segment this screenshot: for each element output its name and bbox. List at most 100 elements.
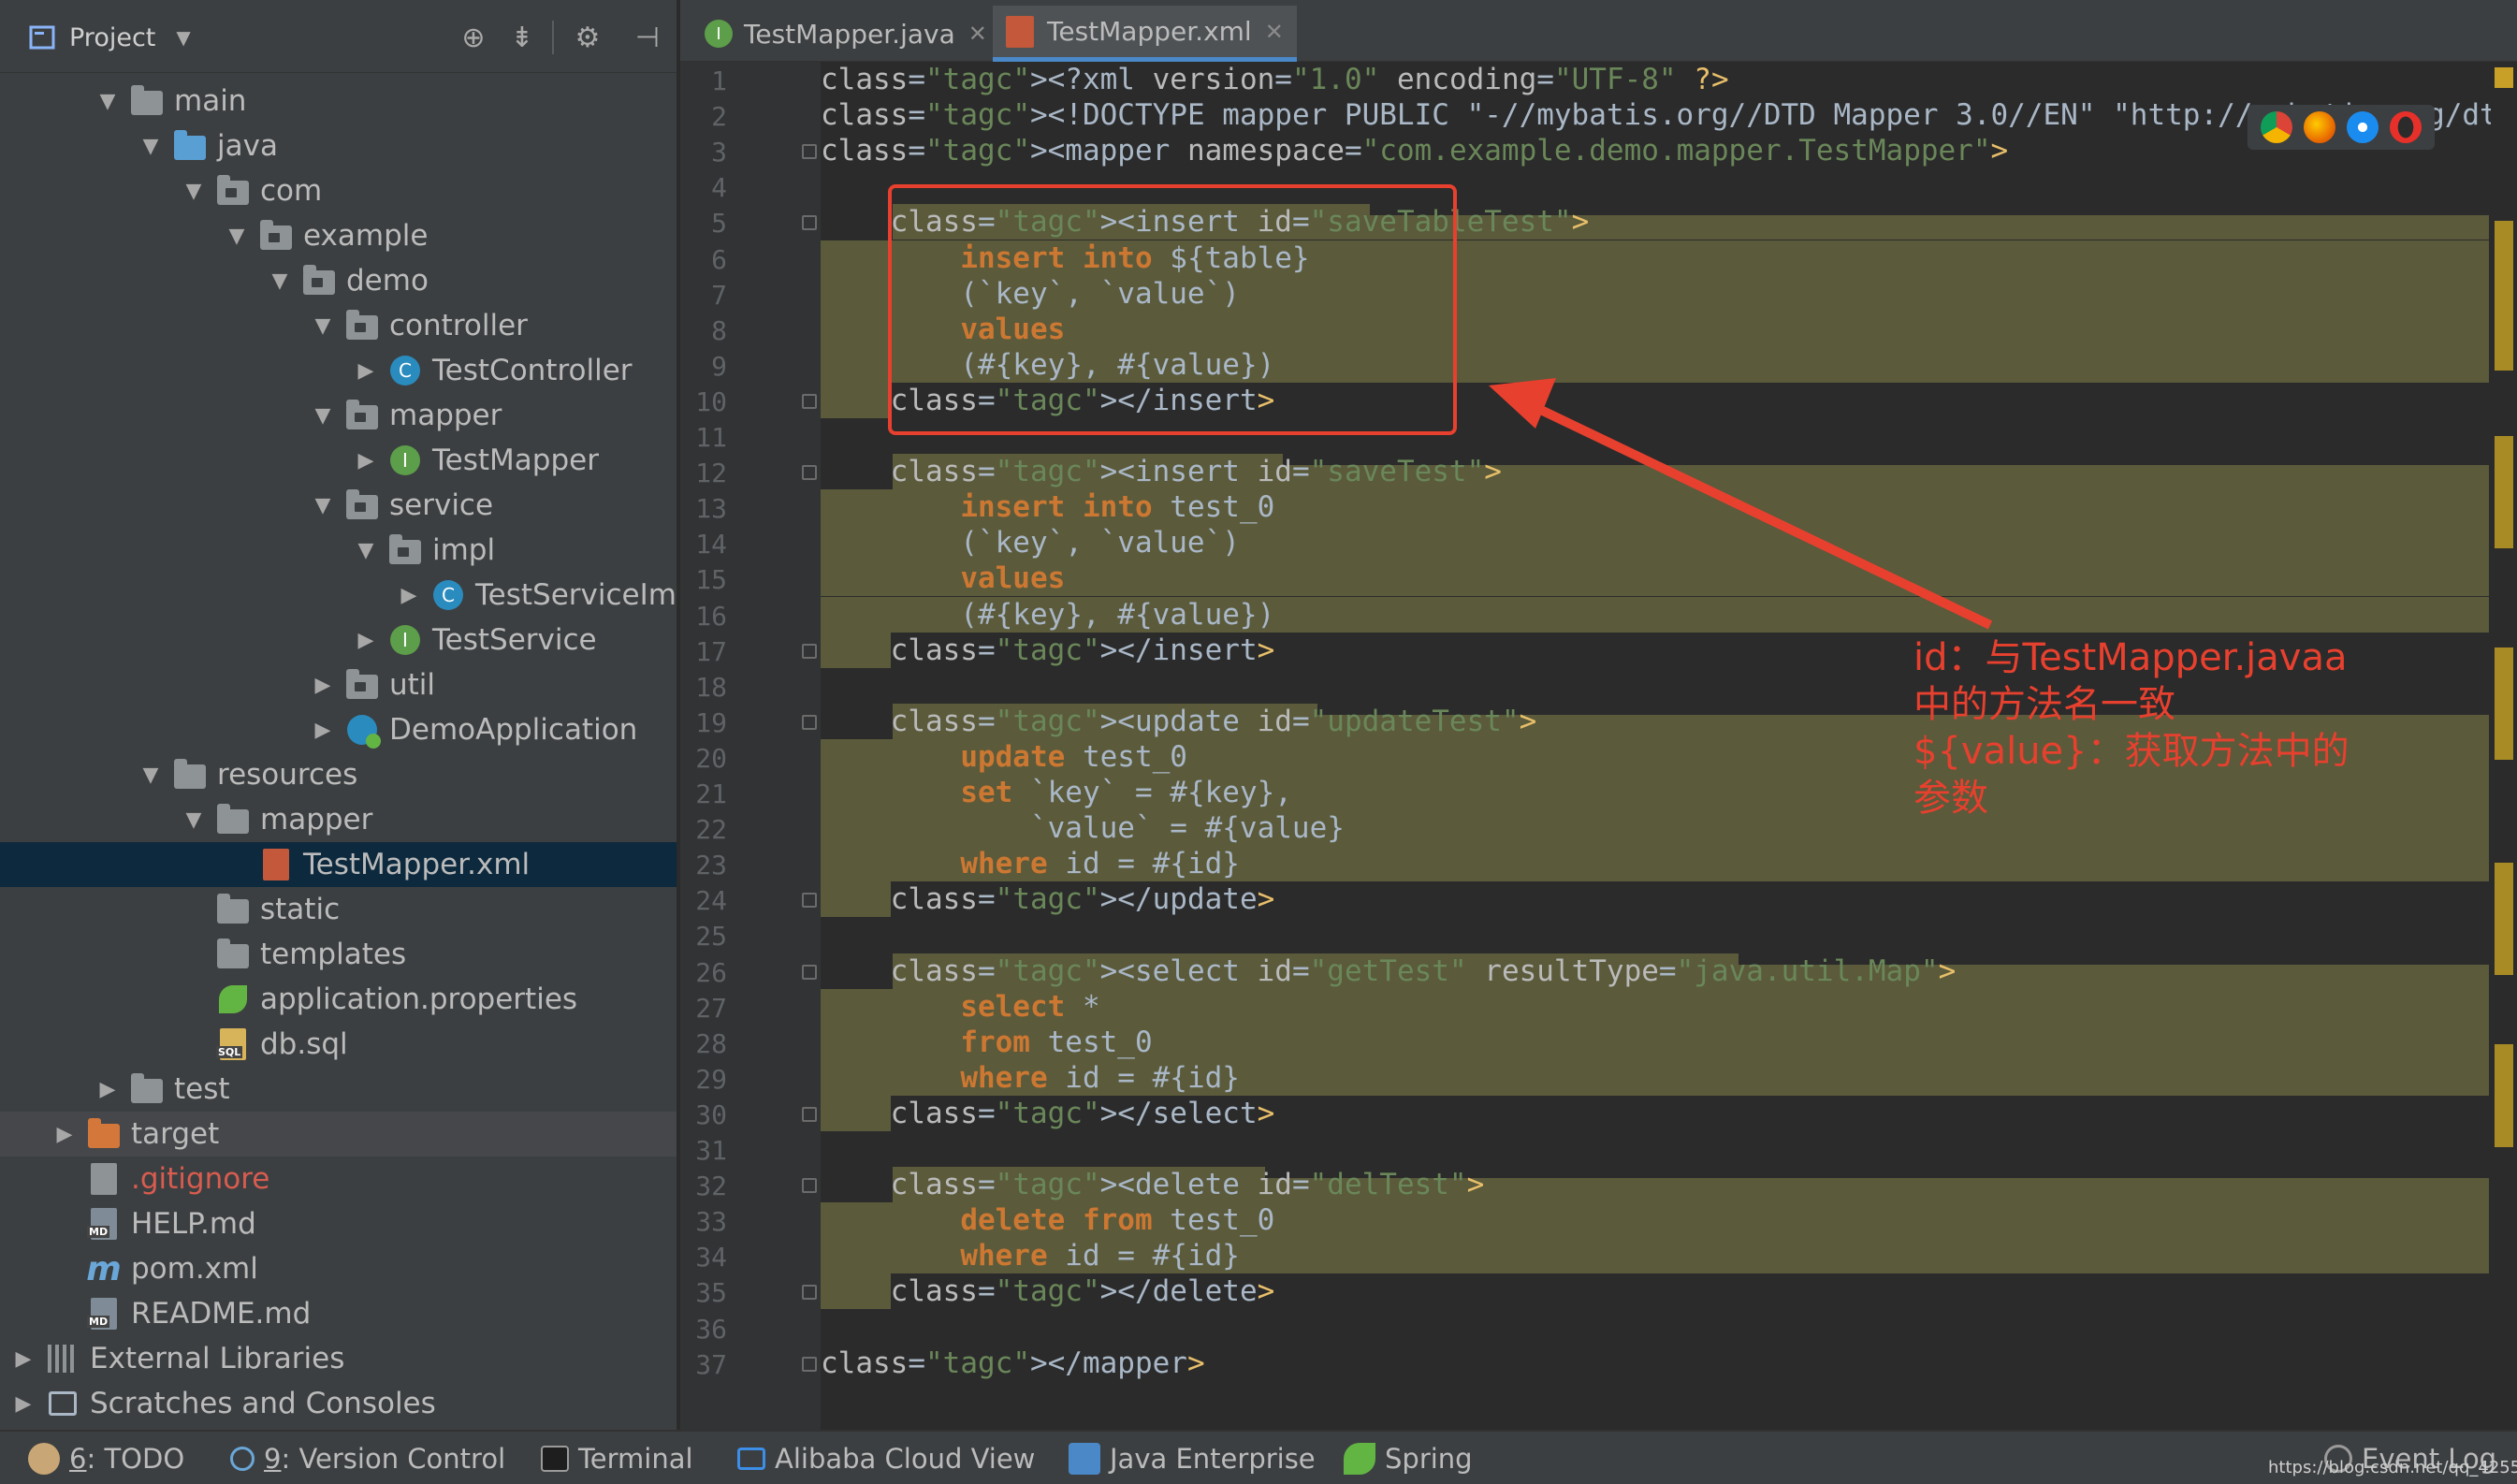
collapse-all-icon[interactable]: ⇟ [503,19,541,56]
expand-arrow-icon[interactable]: ▼ [94,90,122,113]
locate-file-icon[interactable]: ⊕ [455,19,492,56]
tab-label: TestMapper.xml [1047,16,1252,47]
tree-item-test[interactable]: ▶ test [0,1067,677,1112]
tree-item-label: java [217,129,278,163]
java-enterprise-label: Java Enterprise [1110,1443,1316,1475]
folder-icon [215,892,251,927]
tree-item-testcontroller[interactable]: ▶ C TestController [0,348,677,393]
tree-item-testservice[interactable]: ▶ I TestService [0,618,677,662]
expand-arrow-icon[interactable]: ▶ [352,449,380,473]
folder-icon [215,802,251,837]
tree-item-mapper-resources[interactable]: ▼ mapper [0,797,677,842]
expand-arrow-icon[interactable]: ▼ [266,269,294,293]
tree-item-static[interactable]: static [0,887,677,932]
tree-item-pom-xml[interactable]: m pom.xml [0,1246,677,1291]
package-icon [258,218,294,254]
terminal-button[interactable]: Terminal [541,1439,693,1478]
tree-item-service[interactable]: ▼ service [0,483,677,528]
todo-number: 6 [69,1443,87,1475]
project-panel-header: Project ▼ ⊕ ⇟ ⚙ ⊣ [0,0,677,73]
expand-arrow-icon[interactable]: ▼ [309,494,337,517]
expand-arrow-icon[interactable]: ▶ [9,1347,37,1371]
tree-item-example[interactable]: ▼ example [0,213,677,258]
tree-item-label: TestServiceIm [475,578,677,612]
tree-item-testserviceimpl[interactable]: ▶ C TestServiceIm [0,573,677,618]
expand-arrow-icon[interactable]: ▶ [352,359,380,383]
todo-button[interactable]: 6 : TODO [28,1439,184,1478]
tree-item-java[interactable]: ▼ java [0,124,677,168]
tree-item-label: example [303,219,429,253]
tree-item-label: resources [217,758,358,792]
expand-arrow-icon[interactable]: ▶ [395,584,423,607]
tree-item-mapper-package[interactable]: ▼ mapper [0,393,677,438]
tree-item-main[interactable]: ▼ main [0,79,677,124]
annotation-line: id：与TestMapper.javaa [1913,636,2348,679]
xml-file-icon [1006,15,1034,48]
annotation-text: id：与TestMapper.javaa 中的方法名一致 ${value}：获取… [1913,634,2475,822]
code-editor[interactable]: 1 2 3 4 5 6 7 8 9 10 11 12 13 14 15 16 17 18 19 20 21 22 23 24 2… [680,62,2517,1430]
tab-testmapper-xml[interactable]: TestMapper.xml ✕ [993,6,1297,62]
tree-item-com[interactable]: ▼ com [0,168,677,213]
annotation-line: 中的方法名一致 [1913,683,2175,726]
tree-item-scratches[interactable]: ▶ Scratches and Consoles [0,1381,677,1426]
expand-arrow-icon[interactable]: ▼ [309,314,337,338]
editor-tab-bar: I TestMapper.java ✕ TestMapper.xml ✕ [680,0,2517,62]
close-icon[interactable]: ✕ [968,21,987,47]
chevron-down-icon: ▼ [176,26,191,49]
tree-item-label: application.properties [260,982,578,1016]
project-tree: ▼ main ▼ java ▼ com ▼ example ▼ demo ▼ c… [0,73,677,1430]
java-enterprise-button[interactable]: Java Enterprise [1069,1439,1316,1478]
tree-item-demo[interactable]: ▼ demo [0,258,677,303]
alibaba-cloud-view-button[interactable]: Alibaba Cloud View [737,1439,1035,1478]
tree-item-controller[interactable]: ▼ controller [0,303,677,348]
tree-item-external-libraries[interactable]: ▶ External Libraries [0,1336,677,1381]
tree-item-application-properties[interactable]: application.properties [0,977,677,1022]
tab-testmapper-java[interactable]: I TestMapper.java ✕ [691,6,1000,62]
tree-item-label: HELP.md [131,1207,256,1241]
tree-item-db-sql[interactable]: SQL db.sql [0,1022,677,1067]
annotation-line: 参数 [1913,777,1988,820]
tree-item-util[interactable]: ▶ util [0,662,677,707]
tree-item-help-md[interactable]: MD HELP.md [0,1201,677,1246]
expand-arrow-icon[interactable]: ▼ [352,539,380,562]
expand-arrow-icon[interactable]: ▶ [51,1123,79,1146]
expand-arrow-icon[interactable]: ▶ [352,629,380,652]
expand-arrow-icon[interactable]: ▼ [137,135,165,158]
expand-arrow-icon[interactable]: ▶ [309,674,337,697]
tree-item-gitignore[interactable]: .gitignore [0,1157,677,1201]
expand-arrow-icon[interactable]: ▶ [309,719,337,742]
expand-arrow-icon[interactable]: ▼ [180,180,208,203]
watermark-text: https://blog.csdn.net/qq_42559527 [2268,1458,2517,1477]
expand-arrow-icon[interactable]: ▼ [223,225,251,248]
expand-arrow-icon[interactable]: ▶ [94,1078,122,1101]
tree-item-templates[interactable]: templates [0,932,677,977]
terminal-label: Terminal [578,1443,693,1475]
expand-arrow-icon[interactable]: ▼ [137,764,165,787]
close-icon[interactable]: ✕ [1265,19,1284,45]
tree-item-impl[interactable]: ▼ impl [0,528,677,573]
package-icon [344,487,380,523]
tree-item-target[interactable]: ▶ target [0,1112,677,1157]
expand-arrow-icon[interactable]: ▼ [309,404,337,428]
expand-arrow-icon[interactable]: ▶ [9,1392,37,1416]
folder-icon [129,83,165,119]
tree-item-demoapplication[interactable]: ▶ DemoApplication [0,707,677,752]
markdown-file-icon: MD [86,1206,122,1242]
tree-item-label: External Libraries [90,1342,345,1375]
sql-file-icon: SQL [215,1026,251,1062]
tree-item-readme-md[interactable]: MD README.md [0,1291,677,1336]
folder-icon [215,937,251,972]
tree-item-label: db.sql [260,1027,348,1061]
spring-button[interactable]: Spring [1344,1439,1473,1478]
hide-panel-icon[interactable]: ⊣ [629,19,666,56]
tree-item-resources[interactable]: ▼ resources [0,752,677,797]
tree-item-testmapper-xml[interactable]: TestMapper.xml [0,842,677,887]
tree-item-testmapper[interactable]: ▶ I TestMapper [0,438,677,483]
tree-item-label: TestService [432,623,597,657]
expand-arrow-icon[interactable]: ▼ [180,808,208,832]
gear-icon[interactable]: ⚙ [569,19,606,56]
project-view-selector[interactable]: Project ▼ [69,19,191,56]
version-control-button[interactable]: 9 : Version Control [230,1439,505,1478]
tree-item-label: pom.xml [131,1252,258,1286]
project-view-label: Project [69,22,156,52]
